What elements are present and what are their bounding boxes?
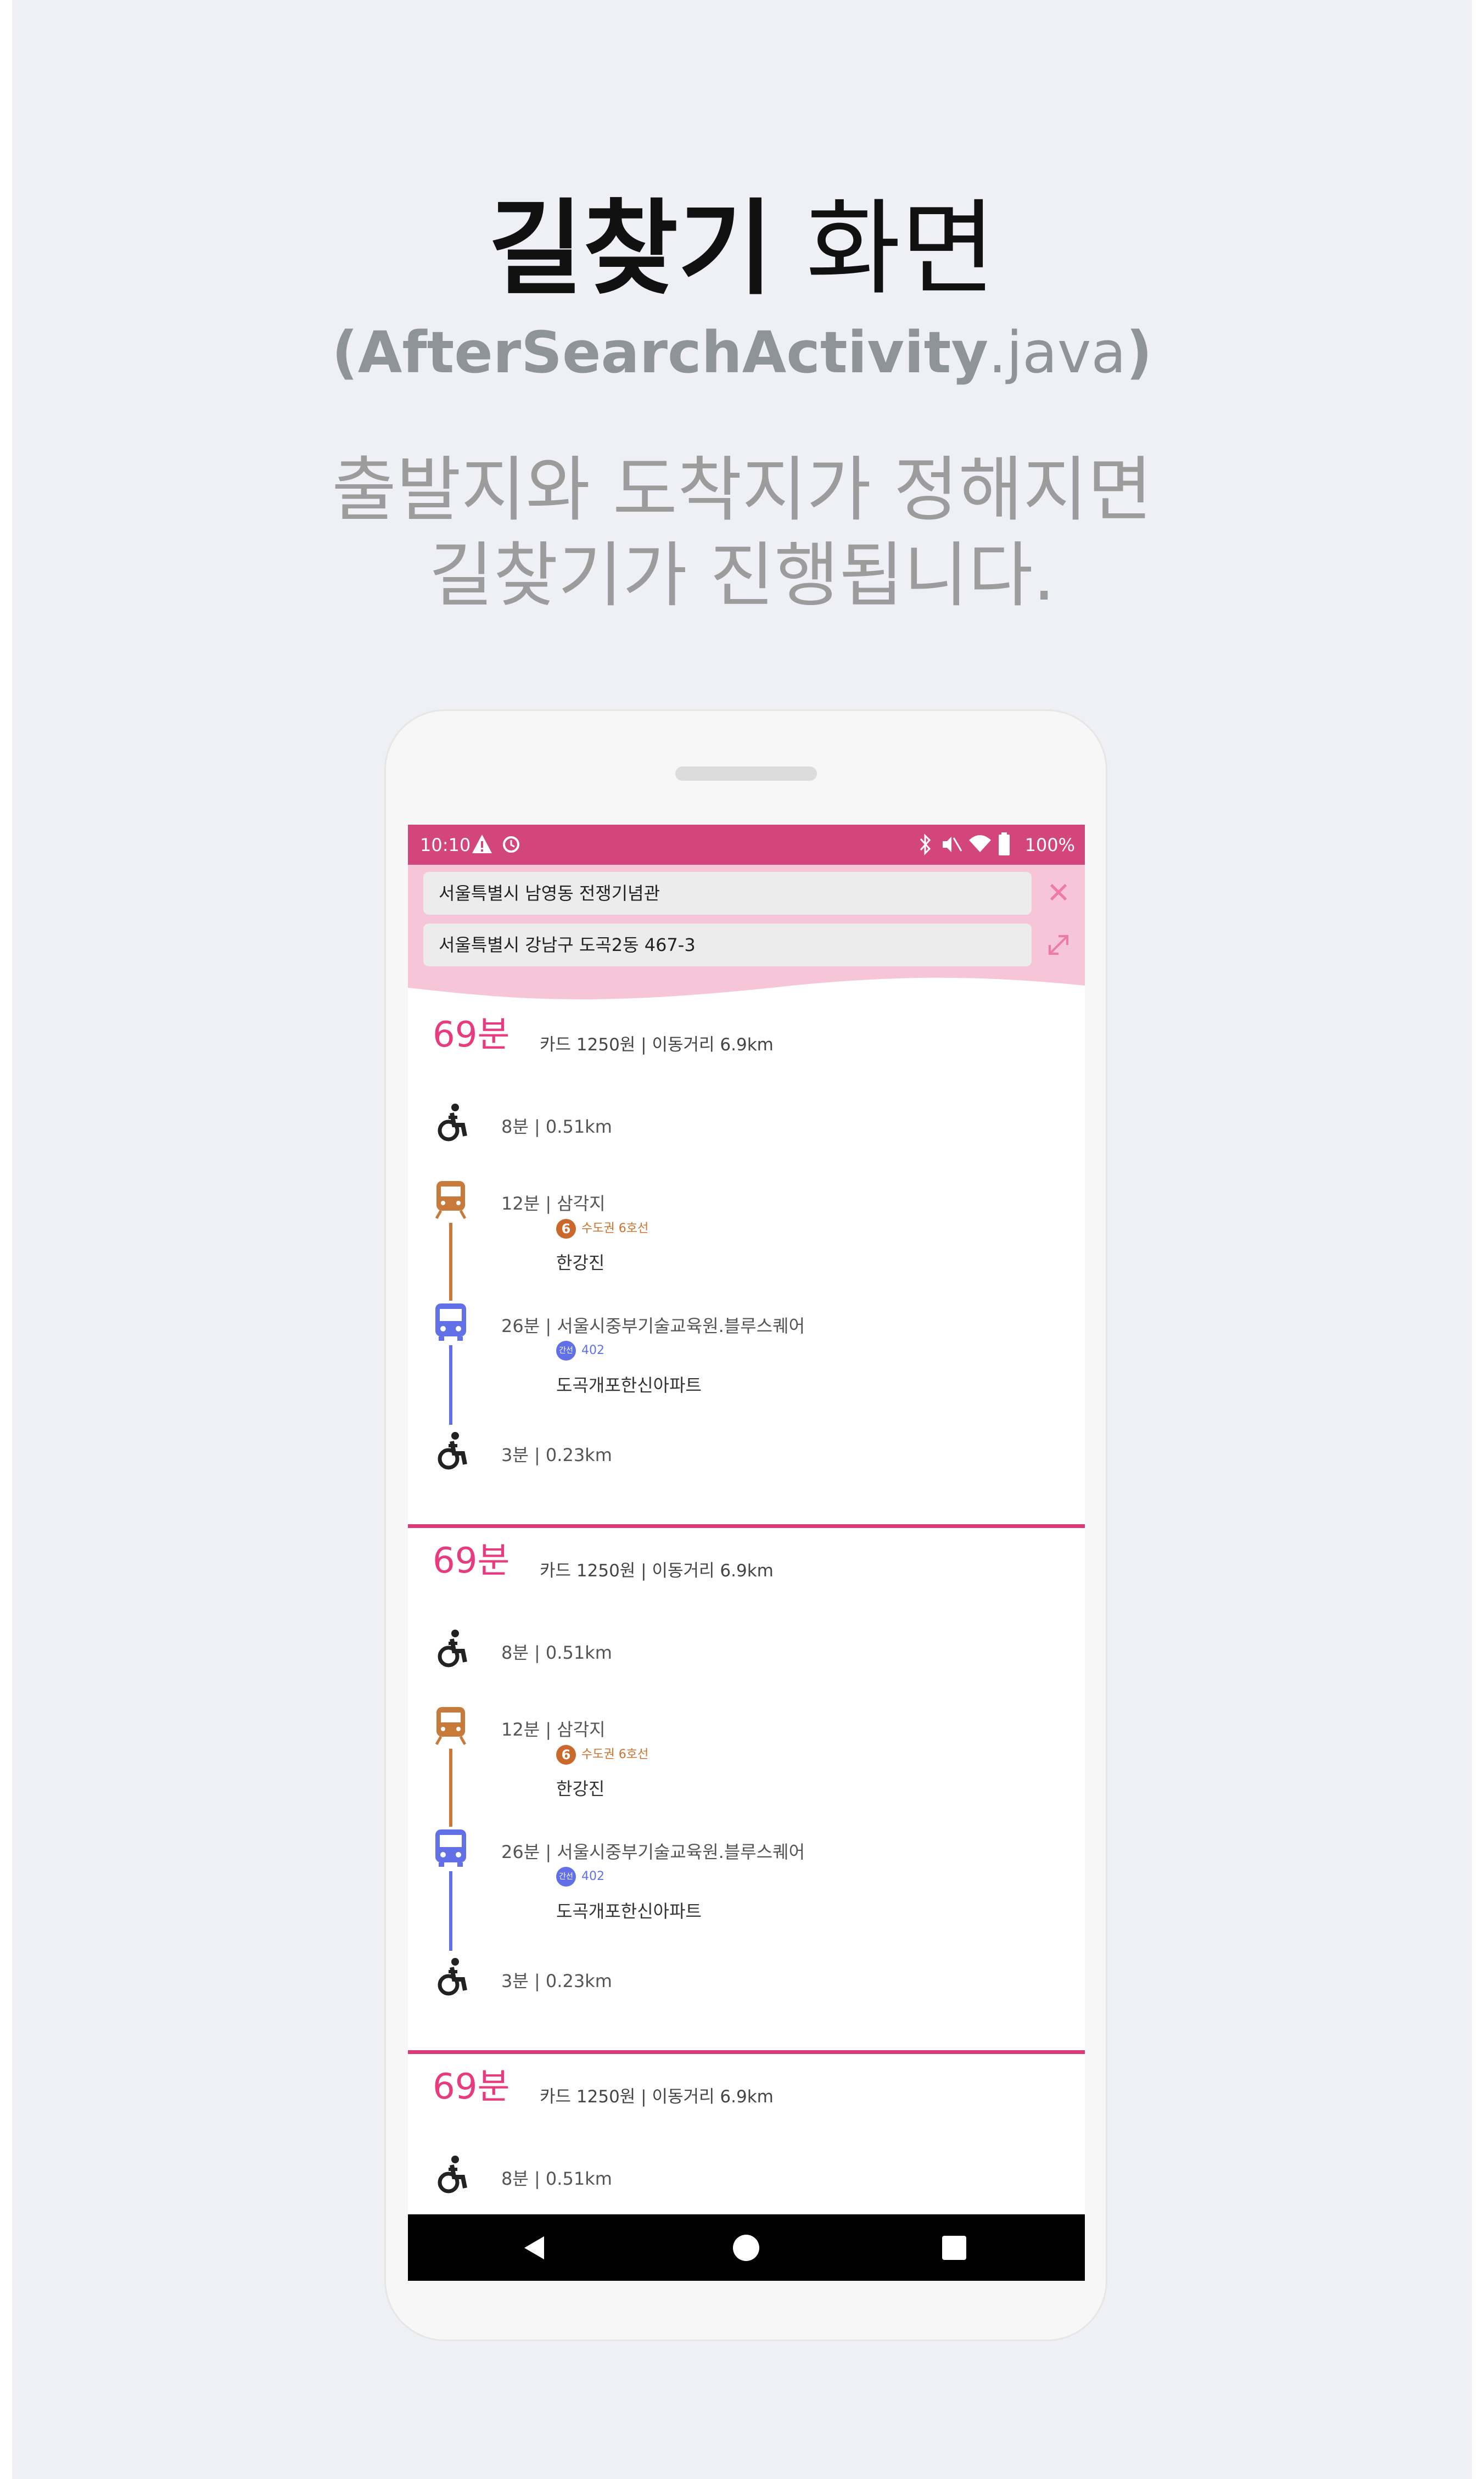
bus-stop: 도곡개포한신아파트 [556, 1901, 702, 1922]
bus-line-label: 간선 402 [556, 1341, 604, 1361]
segment-text: 3분 | 0.23km [501, 1445, 612, 1465]
subway-icon [435, 1181, 467, 1219]
segment-text: 26분 | 서울시중부기술교육원.블루스퀘어 [501, 1316, 805, 1336]
status-time: 10:10 [420, 835, 471, 855]
sync-icon [503, 836, 519, 853]
bus-icon [435, 1829, 466, 1867]
destination-field[interactable]: 서울특별시 강남구 도곡2동 467-3 [423, 924, 1032, 966]
segment-text: 8분 | 0.51km [501, 1116, 612, 1137]
route-total-time: 69분 [433, 2067, 510, 2107]
mute-icon [943, 837, 962, 852]
subway-stop: 한강진 [556, 1252, 605, 1273]
bus-line-badge: 간선 [556, 1341, 576, 1361]
bus-icon [435, 1303, 466, 1341]
route-results-list[interactable]: 69분 카드 1250원 | 이동거리 6.9km 8분 | 0.51km 12… [408, 1002, 1085, 2214]
title-light: 화면 [805, 189, 996, 309]
origin-field[interactable]: 서울특별시 남영동 전쟁기념관 [423, 872, 1032, 915]
wheelchair-icon [438, 1630, 467, 1667]
segment-text: 12분 | 삼각지 [501, 1719, 606, 1740]
subway-line-badge: 6 [556, 1745, 576, 1765]
route-total-time: 69분 [433, 1541, 510, 1581]
page-title: 길찾기 화면 [0, 198, 1484, 301]
search-header: 서울특별시 남영동 전쟁기념관 ✕ 서울특별시 강남구 도곡2동 467-3 [408, 865, 1085, 1003]
wheelchair-icon [438, 2156, 467, 2193]
segment-text: 26분 | 서울시중부기술교육원.블루스퀘어 [501, 1842, 805, 1862]
recents-square-icon[interactable] [921, 2214, 988, 2281]
description-line-2: 길찾기가 진행됩니다. [428, 535, 1056, 617]
subway-route-line [449, 1749, 452, 1827]
route-info: 카드 1250원 | 이동거리 6.9km [540, 1035, 774, 1055]
bluetooth-icon [920, 833, 931, 855]
phone-speaker [675, 766, 817, 781]
subtitle-close: ) [1126, 319, 1152, 386]
wifi-icon [969, 835, 991, 852]
subway-line-badge: 6 [556, 1219, 576, 1239]
bus-stop: 도곡개포한신아파트 [556, 1375, 702, 1396]
expand-icon[interactable] [1042, 928, 1075, 961]
route-card[interactable]: 69분 카드 1250원 | 이동거리 6.9km 8분 | 0.51km [408, 2054, 1085, 2214]
bus-route-line [449, 1345, 452, 1425]
status-bar: 10:10 100% [408, 825, 1085, 865]
page-description: 출발지와 도착지가 정해지면 길찾기가 진행됩니다. [0, 447, 1484, 619]
warning-icon [472, 835, 492, 853]
bus-line-name: 402 [581, 1870, 604, 1883]
route-info: 카드 1250원 | 이동거리 6.9km [540, 1561, 774, 1581]
wheelchair-icon [438, 1104, 467, 1141]
battery-percent: 100% [1024, 835, 1075, 855]
subway-line-name: 수도권 6호선 [581, 1748, 649, 1761]
wheelchair-icon [438, 1958, 467, 1996]
wheelchair-icon [438, 1432, 467, 1470]
close-icon[interactable]: ✕ [1042, 877, 1075, 910]
navigation-bar [408, 2214, 1085, 2281]
subway-line-label: 6 수도권 6호선 [556, 1218, 648, 1239]
route-info: 카드 1250원 | 이동거리 6.9km [540, 2087, 774, 2107]
page-subtitle: (AfterSearchActivity.java) [0, 324, 1484, 381]
segment-text: 12분 | 삼각지 [501, 1193, 606, 1214]
home-circle-icon[interactable] [713, 2214, 780, 2281]
bus-line-name: 402 [581, 1344, 604, 1357]
title-bold: 길찾기 [488, 189, 774, 309]
subway-icon [435, 1707, 467, 1745]
subtitle-open: ( [332, 319, 358, 386]
subway-line-label: 6 수도권 6호선 [556, 1744, 648, 1765]
route-card[interactable]: 69분 카드 1250원 | 이동거리 6.9km 8분 | 0.51km 12… [408, 1528, 1085, 2054]
subway-route-line [449, 1223, 452, 1301]
subway-line-name: 수도권 6호선 [581, 1222, 649, 1235]
segment-text: 3분 | 0.23km [501, 1971, 612, 1991]
bus-route-line [449, 1871, 452, 1951]
subway-stop: 한강진 [556, 1778, 605, 1799]
app-screen: 10:10 100% 서울특별시 남영동 전쟁기념관 ✕ 서울특별시 강남구 도… [408, 825, 1085, 2281]
segment-text: 8분 | 0.51km [501, 2168, 612, 2189]
back-triangle-icon[interactable] [501, 2214, 568, 2281]
subtitle-ext: .java [988, 319, 1127, 386]
description-line-1: 출발지와 도착지가 정해지면 [332, 449, 1152, 531]
subtitle-class: AfterSearchActivity [357, 319, 989, 386]
bus-line-label: 간선 402 [556, 1867, 604, 1887]
segment-text: 8분 | 0.51km [501, 1642, 612, 1663]
bus-line-badge: 간선 [556, 1867, 576, 1887]
route-total-time: 69분 [433, 1015, 510, 1055]
header-wave [408, 975, 1085, 1003]
route-card[interactable]: 69분 카드 1250원 | 이동거리 6.9km 8분 | 0.51km 12… [408, 1002, 1085, 1528]
battery-icon [999, 832, 1010, 855]
